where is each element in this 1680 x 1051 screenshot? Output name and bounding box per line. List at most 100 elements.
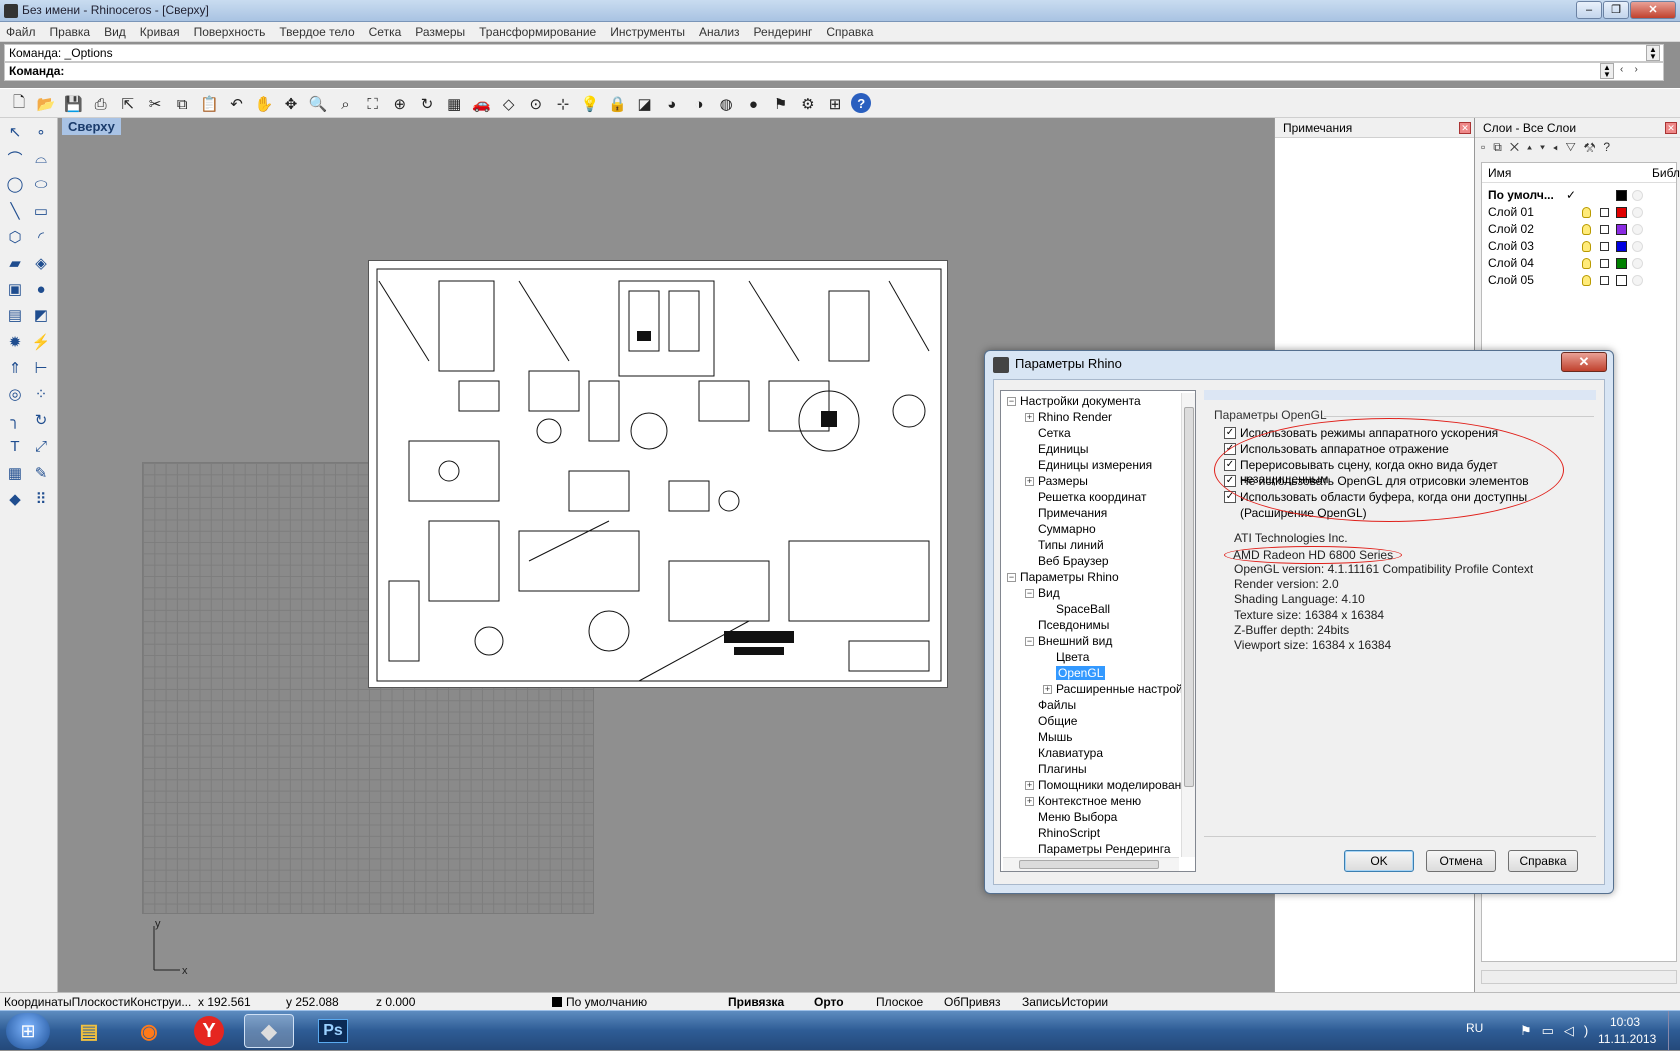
box-icon[interactable]: ▣ (3, 277, 27, 301)
rhino-app-icon[interactable] (4, 4, 18, 18)
photoshop-taskbar-icon[interactable]: Ps (308, 1014, 358, 1048)
status-planar[interactable]: Плоское (876, 995, 923, 1009)
curve-icon[interactable]: ⌓ (29, 146, 53, 170)
tree-item[interactable]: Цвета (1001, 649, 1195, 665)
menu-item[interactable]: Сетка (362, 22, 409, 42)
tree-item[interactable]: SpaceBall (1001, 601, 1195, 617)
tree-item[interactable]: + Rhino Render (1001, 409, 1195, 425)
menu-item[interactable]: Инструменты (603, 22, 692, 42)
polygon-icon[interactable]: ⬡ (3, 225, 27, 249)
sphere-solid-icon[interactable]: ● (29, 277, 53, 301)
bulb-icon[interactable] (1582, 207, 1591, 218)
tree-item[interactable]: Общие (1001, 713, 1195, 729)
bulb-icon[interactable] (1582, 258, 1591, 269)
tree-item[interactable]: Файлы (1001, 697, 1195, 713)
rhino-taskbar-icon[interactable]: ◆ (244, 1014, 294, 1048)
export-icon[interactable]: ⇱ (117, 93, 139, 115)
tree-vscroll[interactable] (1181, 393, 1195, 857)
tree-item[interactable]: − Внешний вид (1001, 633, 1195, 649)
help-icon[interactable]: ? (851, 93, 872, 113)
tree-item[interactable]: + Помощники моделировани (1001, 777, 1195, 793)
tree-item[interactable]: Плагины (1001, 761, 1195, 777)
layers-toolbar[interactable]: ▫⧉✕▴▾◂▽⚒? (1481, 140, 1618, 155)
tree-item[interactable]: Сетка (1001, 425, 1195, 441)
expand-icon[interactable]: + (1025, 781, 1034, 791)
tree-item[interactable]: Параметры Рендеринга (1001, 841, 1195, 857)
scale-icon[interactable]: ⤢ (29, 434, 53, 458)
collapse-icon[interactable]: − (1007, 397, 1016, 407)
layer-color-swatch[interactable] (1616, 224, 1627, 235)
status-ortho[interactable]: Орто (814, 995, 844, 1009)
cut-icon[interactable]: ✂ (144, 93, 166, 115)
sphere-icon[interactable]: ● (742, 93, 764, 115)
tree-item[interactable]: − Настройки документа (1001, 393, 1195, 409)
menu-item[interactable]: Поверхность (187, 22, 273, 42)
tree-item[interactable]: Мышь (1001, 729, 1195, 745)
surface-icon[interactable]: ▰ (3, 251, 27, 275)
lock-icon[interactable] (1600, 259, 1609, 268)
boolean-icon[interactable]: ◎ (3, 382, 27, 406)
ellipse-icon[interactable]: ⬭ (29, 172, 53, 196)
minimize-button[interactable]: – (1576, 1, 1602, 19)
options-tree[interactable]: − Настройки документа + Rhino Render Сетка Ед… (1000, 390, 1196, 872)
grid-snap-icon[interactable]: ⠿ (29, 487, 53, 511)
car-icon[interactable]: 🚗 (470, 93, 492, 115)
tree-hscroll[interactable] (1003, 857, 1179, 871)
analyze-icon[interactable]: ✎ (29, 461, 53, 485)
pan-icon[interactable]: ✋ (253, 93, 275, 115)
layer-row[interactable]: Слой 03 (1482, 238, 1676, 255)
yandex-taskbar-icon[interactable]: Y (184, 1014, 234, 1048)
viewport-title[interactable]: Сверху (62, 118, 121, 135)
line-icon[interactable]: ╲ (3, 199, 27, 223)
layer-color-swatch[interactable] (1616, 190, 1627, 201)
copy-icon[interactable]: ⧉ (171, 93, 193, 115)
patch-icon[interactable]: ◈ (29, 251, 53, 275)
select-arrow-icon[interactable]: ↖ (3, 120, 27, 144)
menu-item[interactable]: Размеры (408, 22, 472, 42)
rectangle-icon[interactable]: ▭ (29, 199, 53, 223)
rotate-icon[interactable]: ↻ (29, 408, 53, 432)
points-icon[interactable]: ⁘ (29, 382, 53, 406)
menu-item[interactable]: Рендеринг (747, 22, 820, 42)
layer-icon[interactable]: ◪ (634, 93, 656, 115)
expand-icon[interactable]: + (1025, 477, 1034, 487)
menu-item[interactable]: Твердое тело (272, 22, 361, 42)
lock-icon[interactable] (1600, 276, 1609, 285)
lock-icon[interactable] (1600, 242, 1609, 251)
layer-color-swatch[interactable] (1616, 241, 1627, 252)
menu-item[interactable]: Правка (43, 22, 98, 42)
blueprint-image[interactable] (368, 260, 948, 688)
layer-row[interactable]: Слой 01 (1482, 204, 1676, 221)
color-wheel-icon[interactable]: ◕ (661, 93, 683, 115)
gear-icon[interactable]: ⚙ (797, 93, 819, 115)
cylinder-icon[interactable]: ▤ (3, 303, 27, 327)
layer-row[interactable]: По умолч... ✓ (1482, 187, 1676, 204)
material-icon[interactable] (1632, 207, 1643, 218)
bulb-icon[interactable] (1582, 224, 1591, 235)
tree-item[interactable]: Клавиатура (1001, 745, 1195, 761)
close-window-button[interactable]: ✕ (1630, 1, 1676, 19)
menu-item[interactable]: Кривая (133, 22, 187, 42)
tree-item[interactable]: + Расширенные настрой (1001, 681, 1195, 697)
shade-icon[interactable]: ◑ (688, 93, 710, 115)
dimension-icon[interactable]: ⊞ (824, 93, 846, 115)
block-icon[interactable]: ◆ (3, 487, 27, 511)
tree-item[interactable]: − Параметры Rhino (1001, 569, 1195, 585)
tree-item[interactable]: OpenGL (1001, 665, 1195, 681)
tree-item[interactable]: Меню Выбора (1001, 809, 1195, 825)
layer-color-swatch[interactable] (1616, 275, 1627, 286)
material-icon[interactable] (1632, 190, 1643, 201)
status-osnap[interactable]: ОбПривяз (944, 995, 1000, 1009)
menu-item[interactable]: Справка (819, 22, 880, 42)
tree-item[interactable]: Решетка координат (1001, 489, 1195, 505)
polyline-icon[interactable]: ⌒ (3, 146, 27, 170)
material-icon[interactable] (1632, 258, 1643, 269)
checkbox-checked-icon[interactable]: ✓ (1224, 427, 1236, 439)
menu-item[interactable]: Вид (97, 22, 133, 42)
tree-item[interactable]: Псевдонимы (1001, 617, 1195, 633)
layer-color-swatch[interactable] (1616, 258, 1627, 269)
open-icon[interactable]: 📂 (35, 93, 57, 115)
menu-item[interactable]: Трансформирование (472, 22, 603, 42)
tree-item[interactable]: Единицы (1001, 441, 1195, 457)
collapse-icon[interactable]: − (1025, 637, 1034, 647)
